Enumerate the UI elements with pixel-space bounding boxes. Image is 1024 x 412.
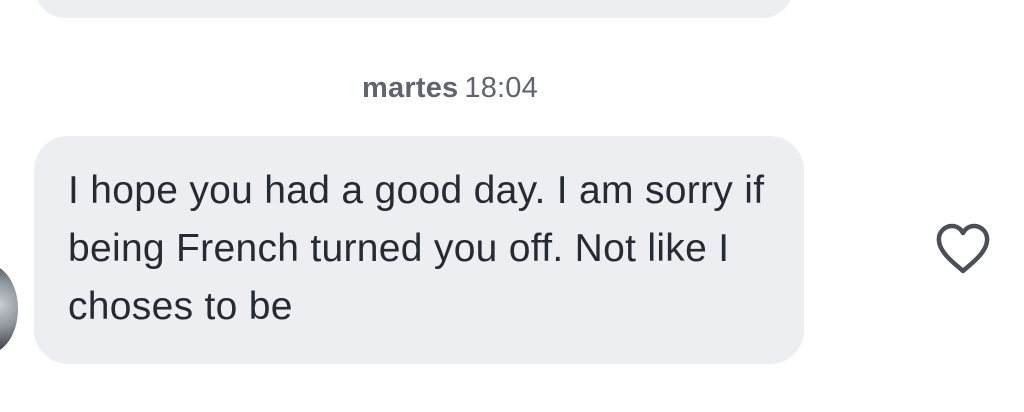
message-bubble[interactable]: I hope you had a good day. I am sorry if… <box>34 136 804 364</box>
avatar[interactable] <box>0 264 18 354</box>
timestamp-day: martes <box>362 72 459 104</box>
timestamp-time: 18:04 <box>464 72 538 104</box>
message-text: I hope you had a good day. I am sorry if… <box>68 169 765 328</box>
chat-screen: martes 18:04 I hope you had a good day. I… <box>0 0 1024 412</box>
message-timestamp: martes 18:04 <box>0 72 900 105</box>
heart-outline-icon <box>936 223 990 274</box>
previous-message-bubble[interactable] <box>34 0 794 18</box>
like-button[interactable] <box>934 222 992 276</box>
